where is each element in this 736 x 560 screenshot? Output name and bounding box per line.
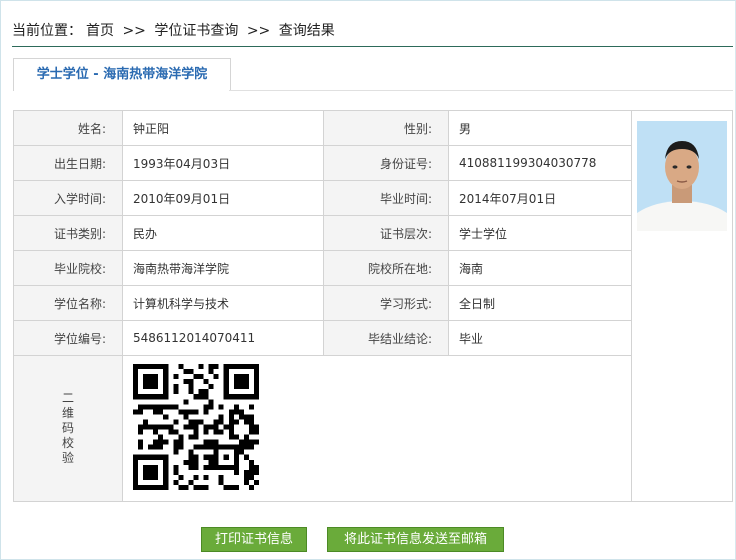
certificate-table: 姓名: 钟正阳 性别: 男 出生日期: 1993年04月03日 身份证号: 41… — [13, 110, 733, 502]
qr-code-image — [133, 364, 259, 490]
location-value: 海南 — [448, 250, 632, 286]
breadcrumb: 当前位置： 首页 >> 学位证书查询 >> 查询结果 — [12, 20, 339, 40]
degree-label: 学位名称: — [13, 285, 123, 321]
school-label: 毕业院校: — [13, 250, 123, 286]
graduate-value: 2014年07月01日 — [448, 180, 632, 216]
cert-level-label: 证书层次: — [323, 215, 449, 251]
table-row: 学位编号: 5486112014070411 毕结业结论: 毕业 — [13, 320, 733, 356]
id-value: 410881199304030778 — [448, 145, 632, 181]
tab-degree-school[interactable]: 学士学位 - 海南热带海洋学院 — [13, 58, 231, 91]
birth-value: 1993年04月03日 — [122, 145, 324, 181]
conclusion-value: 毕业 — [448, 320, 632, 356]
birth-label: 出生日期: — [13, 145, 123, 181]
tab-divider — [229, 90, 733, 91]
table-row: 出生日期: 1993年04月03日 身份证号: 4108811993040307… — [13, 145, 733, 181]
cert-type-label: 证书类别: — [13, 215, 123, 251]
qr-label: 二维码校验 — [62, 391, 75, 465]
breadcrumb-prefix: 当前位置： — [12, 23, 82, 39]
photo-cell — [631, 110, 733, 502]
breadcrumb-home[interactable]: 首页 — [86, 23, 114, 39]
degree-value: 计算机科学与技术 — [122, 285, 324, 321]
school-value: 海南热带海洋学院 — [122, 250, 324, 286]
breadcrumb-result: 查询结果 — [278, 23, 335, 39]
location-label: 院校所在地: — [323, 250, 449, 286]
gender-value: 男 — [448, 110, 632, 146]
table-row: 入学时间: 2010年09月01日 毕业时间: 2014年07月01日 — [13, 180, 733, 216]
study-form-value: 全日制 — [448, 285, 632, 321]
id-label: 身份证号: — [323, 145, 449, 181]
study-form-label: 学习形式: — [323, 285, 449, 321]
breadcrumb-degree-query[interactable]: 学位证书查询 — [154, 23, 238, 39]
cert-level-value: 学士学位 — [448, 215, 632, 251]
qr-cell — [122, 355, 632, 502]
enroll-label: 入学时间: — [13, 180, 123, 216]
breadcrumb-separator: >> — [122, 23, 146, 39]
breadcrumb-separator: >> — [246, 23, 271, 39]
table-row: 学位名称: 计算机科学与技术 学习形式: 全日制 — [13, 285, 733, 321]
gender-label: 性别: — [323, 110, 449, 146]
name-label: 姓名: — [13, 110, 123, 146]
table-row: 证书类别: 民办 证书层次: 学士学位 — [13, 215, 733, 251]
degree-no-label: 学位编号: — [13, 320, 123, 356]
student-photo — [637, 121, 727, 231]
print-button[interactable]: 打印证书信息 — [201, 527, 307, 552]
table-row: 二维码校验 — [13, 355, 733, 502]
cert-type-value: 民办 — [122, 215, 324, 251]
name-value: 钟正阳 — [122, 110, 324, 146]
enroll-value: 2010年09月01日 — [122, 180, 324, 216]
qr-label-cell: 二维码校验 — [13, 355, 123, 502]
portrait-image — [637, 121, 727, 231]
header-divider — [12, 46, 733, 47]
send-email-button[interactable]: 将此证书信息发送至邮箱 — [327, 527, 504, 552]
conclusion-label: 毕结业结论: — [323, 320, 449, 356]
degree-no-value: 5486112014070411 — [122, 320, 324, 356]
table-row: 姓名: 钟正阳 性别: 男 — [13, 110, 733, 502]
graduate-label: 毕业时间: — [323, 180, 449, 216]
table-row: 毕业院校: 海南热带海洋学院 院校所在地: 海南 — [13, 250, 733, 286]
